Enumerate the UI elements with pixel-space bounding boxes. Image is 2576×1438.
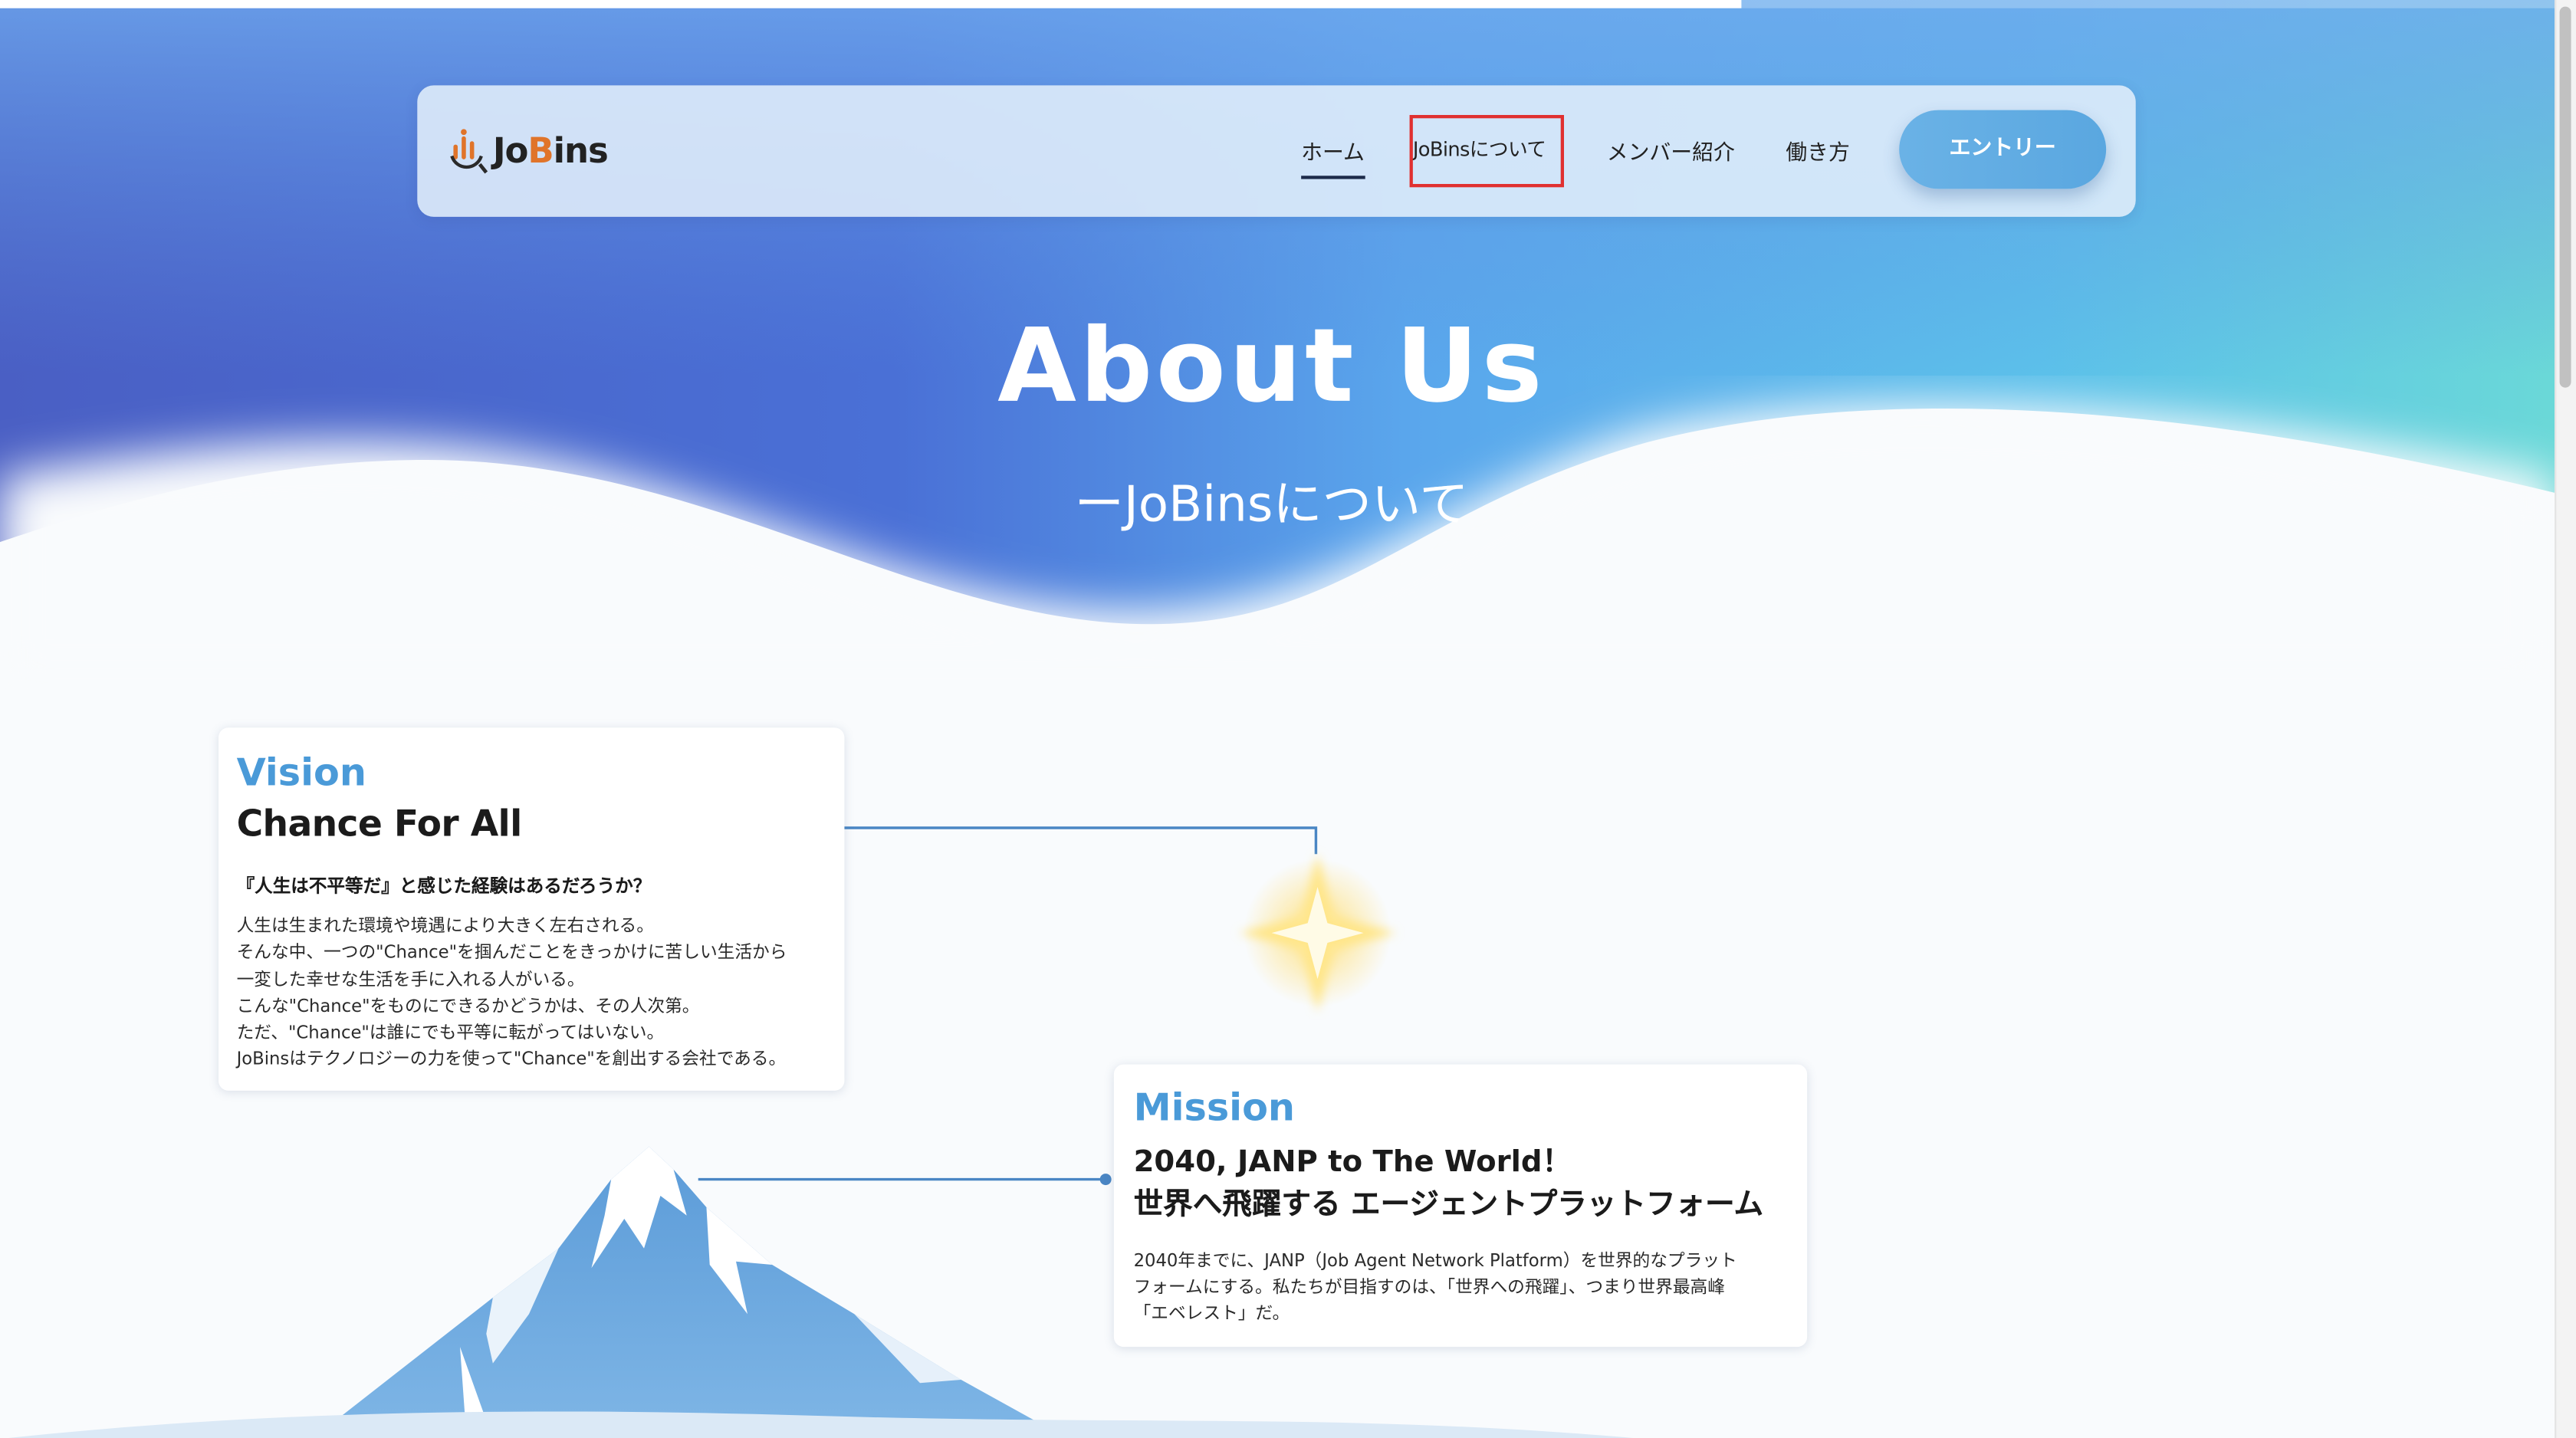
logo-text: JoBins <box>492 131 609 171</box>
page: JoBins ホーム JoBinsについて メンバー紹介 働き方 エントリー A… <box>0 0 2555 1438</box>
mission-title-line: 2040, JANP to The World！ <box>1133 1144 1572 1180</box>
scrollbar-thumb[interactable] <box>2559 6 2571 388</box>
vision-body: 人生は生まれた環境や境遇により大きく左右される。 そんな中、一つの"Chance… <box>237 913 787 1074</box>
vision-card: Vision Chance For All 『人生は不平等だ』と感じた経験はある… <box>219 727 845 1091</box>
vision-body-line: そんな中、一つの"Chance"を掴んだことをきっかけに苦しい生活から <box>236 943 787 964</box>
page-title: About Us <box>997 305 1546 425</box>
mission-body-line: フォームにする。私たちが目指すのは、「世界への飛躍」、つまり世界最高峰 <box>1133 1278 1725 1298</box>
vision-body-line: 一変した幸せな生活を手に入れる人がいる。 <box>236 970 585 990</box>
vision-body-line: こんな"Chance"をものにできるかどうかは、その人次第。 <box>236 996 700 1017</box>
vision-body-line: JoBinsはテクノロジーの力を使って"Chance"を創出する会社である。 <box>236 1050 787 1071</box>
entry-button[interactable]: エントリー <box>1899 110 2107 189</box>
mission-body-line: 2040年までに、JANP（Job Agent Network Platform… <box>1133 1251 1737 1272</box>
mission-title-line: 世界へ飛躍する エージェントプラットフォーム <box>1133 1187 1764 1223</box>
vision-title: Chance For All <box>236 805 523 846</box>
jobins-logo-icon <box>450 129 488 174</box>
scroll-progress-bar <box>0 0 1742 8</box>
mission-body-line: 「エベレスト」だ。 <box>1133 1304 1290 1325</box>
nav-home[interactable]: ホーム <box>1301 135 1365 166</box>
mission-connector-line <box>698 1174 1112 1186</box>
nav-members[interactable]: メンバー紹介 <box>1607 135 1735 166</box>
nav-workstyle[interactable]: 働き方 <box>1786 135 1850 166</box>
scroll-progress-track <box>1741 0 2555 8</box>
vision-body-line: 人生は生まれた環境や境遇により大きく左右される。 <box>236 916 654 937</box>
vision-body-line: ただ、"Chance"は誰にでも平等に転がってはいない。 <box>236 1023 665 1044</box>
mission-kicker: Mission <box>1133 1087 1296 1131</box>
nav-active-underline <box>1301 176 1365 179</box>
vision-kicker: Vision <box>236 752 366 796</box>
mission-card: Mission 2040, JANP to The World！ 世界へ飛躍する… <box>1113 1064 1808 1348</box>
vision-lead: 『人生は不平等だ』と感じた経験はあるだろうか？ <box>236 875 652 897</box>
mission-body: 2040年までに、JANP（Job Agent Network Platform… <box>1134 1249 1737 1328</box>
site-header: JoBins ホーム JoBinsについて メンバー紹介 働き方 エントリー <box>417 85 2136 217</box>
sparkle-icon <box>1238 854 1397 1012</box>
highlight-box <box>1409 115 1564 188</box>
site-logo[interactable]: JoBins <box>447 125 609 178</box>
mission-title: 2040, JANP to The World！ 世界へ飛躍する エージェントプ… <box>1134 1141 1764 1226</box>
page-subtitle: ーJoBinsについて <box>1074 476 1469 534</box>
